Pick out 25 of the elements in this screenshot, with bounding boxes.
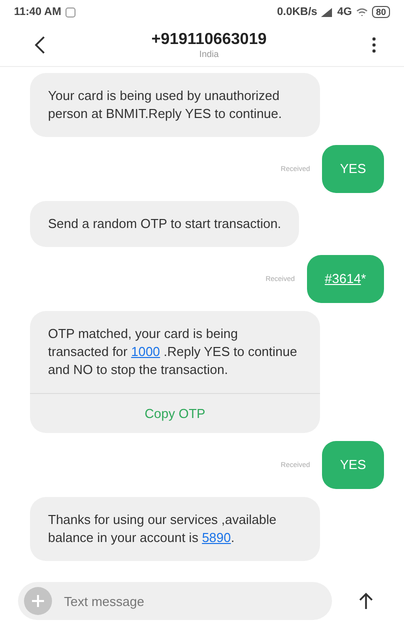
status-time: 11:40 AM — [14, 6, 62, 18]
message-text: OTP matched, your card is being transacted for 1000 .Reply YES to continue and NO to stop the transaction. — [47, 325, 298, 379]
network-type: 4G — [337, 6, 352, 18]
more-icon[interactable] — [372, 37, 376, 53]
screenshot-icon — [65, 6, 76, 18]
message-text: Thanks for using our services ,available balance in your account is 5890. — [47, 511, 278, 547]
send-icon[interactable] — [358, 592, 374, 610]
wifi-icon — [356, 7, 368, 17]
message-text: #3614* — [324, 271, 366, 286]
battery-level: 80 — [372, 6, 390, 18]
message-text: Send a random OTP to start transaction. — [47, 215, 282, 233]
number-link[interactable]: 1000 — [131, 344, 160, 359]
contact-country: India — [199, 49, 219, 59]
message-field[interactable]: Text message — [18, 582, 332, 620]
copy-otp-button[interactable]: Copy OTP — [30, 393, 320, 433]
message-input[interactable]: Text message — [62, 592, 326, 610]
contact-number: +919110663019 — [151, 31, 267, 49]
number-link[interactable]: 5890 — [202, 530, 231, 545]
back-icon[interactable] — [34, 35, 46, 55]
message-text: YES — [340, 457, 366, 472]
message-text: Your card is being used by unauthorized person at BNMIT.Reply YES to continue. — [47, 87, 283, 123]
code-link[interactable]: #3614 — [324, 271, 361, 286]
signal-icon — [321, 8, 334, 16]
message-text: YES — [340, 161, 366, 176]
network-speed: 0.0KB/s — [276, 6, 318, 18]
